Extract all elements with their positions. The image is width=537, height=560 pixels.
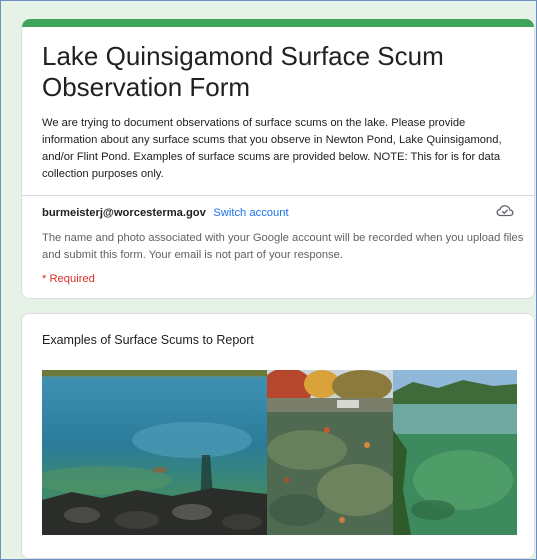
form-page: Lake Quinsigamond Surface Scum Observati… xyxy=(0,0,537,560)
lake-photo-blue-green-water xyxy=(42,370,267,535)
account-email: burmeisterj@worcesterma.gov xyxy=(42,207,206,219)
form-header-card: Lake Quinsigamond Surface Scum Observati… xyxy=(21,19,535,299)
section-title: Examples of Surface Scums to Report xyxy=(42,333,254,347)
account-row: burmeisterj@worcesterma.gov Switch accou… xyxy=(42,203,514,229)
account-notice: The name and photo associated with your … xyxy=(42,232,524,261)
lake-photo-green-shoreline xyxy=(393,370,517,535)
form-title: Lake Quinsigamond Surface Scum Observati… xyxy=(42,41,444,102)
examples-image xyxy=(42,370,517,535)
cloud-saved-icon xyxy=(496,205,514,217)
form-description: We are trying to document observations o… xyxy=(42,117,502,180)
divider xyxy=(22,195,534,196)
switch-account-link[interactable]: Switch account xyxy=(213,207,288,219)
accent-bar xyxy=(22,19,534,27)
lake-photo-foliage-scum xyxy=(267,370,393,535)
required-note: * Required xyxy=(42,273,95,285)
examples-card: Examples of Surface Scums to Report xyxy=(21,313,535,559)
